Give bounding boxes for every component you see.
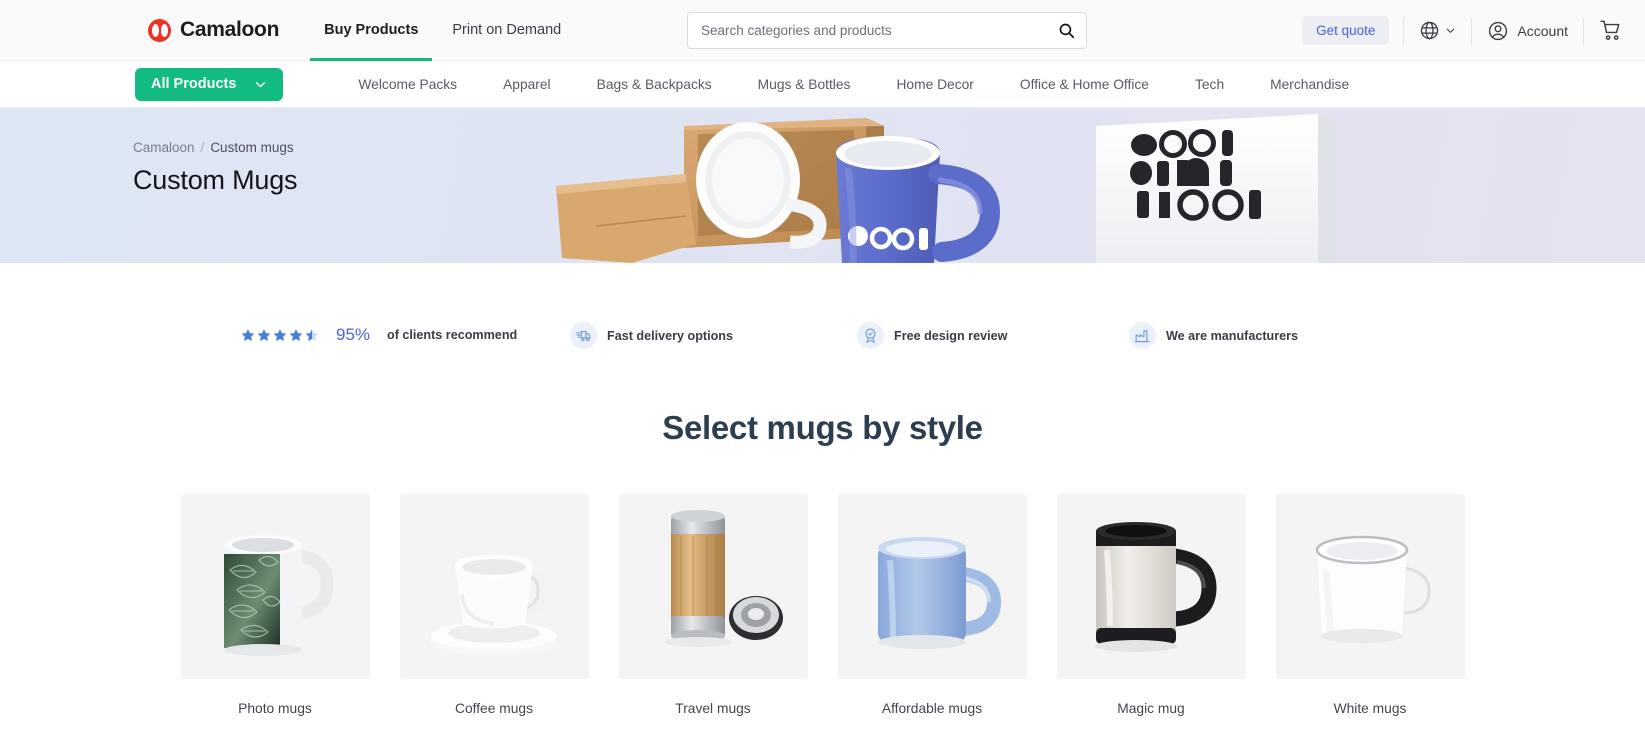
brand-logo[interactable]: Camaloon xyxy=(148,18,279,42)
account-label: Account xyxy=(1517,22,1568,39)
light-blue-ceramic-mug-image xyxy=(877,537,1001,649)
shopping-cart-icon xyxy=(1600,20,1620,40)
language-selector[interactable] xyxy=(1404,20,1471,41)
category-item-welcome-packs[interactable]: Welcome Packs xyxy=(335,77,480,92)
section-title: Select mugs by style xyxy=(662,409,983,446)
category-item-home-decor[interactable]: Home Decor xyxy=(873,77,996,92)
category-item-tech[interactable]: Tech xyxy=(1172,77,1247,92)
nav-item-print-on-demand[interactable]: Print on Demand xyxy=(452,0,561,61)
badge-label: Free design review xyxy=(894,328,1008,343)
category-item-office-home-office[interactable]: Office & Home Office xyxy=(997,77,1172,92)
white-coffee-cup-with-saucer-image xyxy=(429,555,558,656)
chevron-down-icon xyxy=(256,81,266,87)
product-label: White mugs xyxy=(1333,701,1407,716)
page-root: Camaloon Buy Products Print on Demand Ge… xyxy=(0,0,1645,748)
product-card-photo-mugs[interactable]: Photo mugs xyxy=(180,494,370,716)
category-item-apparel[interactable]: Apparel xyxy=(480,77,574,92)
page-title: Custom Mugs xyxy=(133,165,298,195)
product-thumbnail xyxy=(399,494,589,679)
top-header: Camaloon Buy Products Print on Demand Ge… xyxy=(0,0,1645,61)
all-products-label: All Products xyxy=(151,76,237,92)
hero-text-block: Camaloon / Custom mugs Custom Mugs xyxy=(133,140,298,196)
breadcrumb-current: Custom mugs xyxy=(210,140,294,155)
product-label: Photo mugs xyxy=(238,701,312,716)
badge-fast-delivery: Fast delivery options xyxy=(570,322,733,349)
star-icon xyxy=(241,328,255,342)
header-actions: Get quote Account xyxy=(1302,0,1645,61)
trust-badges-row: 95% of clients recommend Fast delivery o… xyxy=(0,263,1645,403)
product-card-affordable-mugs[interactable]: Affordable mugs xyxy=(837,494,1027,716)
get-quote-button[interactable]: Get quote xyxy=(1302,16,1390,45)
product-thumbnail xyxy=(1275,494,1465,679)
rating-percent: 95% xyxy=(336,325,371,344)
product-thumbnail xyxy=(618,494,808,679)
chevron-down-icon xyxy=(1447,28,1455,33)
product-card-coffee-mugs[interactable]: Coffee mugs xyxy=(399,494,589,716)
black-and-white-magic-mug-image xyxy=(1094,522,1217,652)
mug-packaging-illustration xyxy=(556,114,1336,263)
search-button[interactable] xyxy=(1046,13,1086,48)
camaloon-logo-icon xyxy=(148,18,171,42)
nav-item-buy-products[interactable]: Buy Products xyxy=(310,0,433,61)
badge-we-are-manufacturers: We are manufacturers xyxy=(1129,322,1298,349)
rating-label: of clients recommend xyxy=(387,328,518,342)
primary-nav: Buy Products Print on Demand xyxy=(310,0,561,61)
product-thumbnail xyxy=(1056,494,1246,679)
photo-mug-with-leaf-print-image xyxy=(223,535,334,656)
category-nav: All Products Welcome Packs Apparel Bags … xyxy=(0,61,1645,108)
category-links: Welcome Packs Apparel Bags & Backpacks M… xyxy=(335,77,1372,92)
star-icon xyxy=(289,328,303,342)
globe-icon xyxy=(1421,21,1439,40)
hero-product-image xyxy=(536,108,1336,263)
product-thumbnail xyxy=(180,494,370,679)
delivery-truck-icon xyxy=(570,322,597,349)
badge-label: We are manufacturers xyxy=(1166,328,1299,343)
star-icon xyxy=(273,328,287,342)
account-button[interactable]: Account xyxy=(1472,20,1583,42)
bamboo-travel-tumbler-image xyxy=(663,510,783,647)
product-card-white-mugs[interactable]: White mugs xyxy=(1275,494,1465,716)
product-label: Magic mug xyxy=(1117,701,1185,716)
star-half-icon xyxy=(305,328,319,342)
search-input[interactable] xyxy=(688,23,1046,38)
brand-name: Camaloon xyxy=(180,18,280,41)
all-products-button[interactable]: All Products xyxy=(135,67,284,101)
cart-button[interactable] xyxy=(1584,19,1645,42)
user-circle-icon xyxy=(1489,21,1508,40)
category-item-mugs-bottles[interactable]: Mugs & Bottles xyxy=(735,77,874,92)
star-icon xyxy=(257,328,271,342)
badge-free-design-review: Free design review xyxy=(857,322,1007,349)
breadcrumb: Camaloon / Custom mugs xyxy=(133,140,297,155)
product-style-grid: Photo mugs Coffee mugs Travel mugs Affor… xyxy=(0,494,1645,716)
product-card-magic-mug[interactable]: Magic mug xyxy=(1056,494,1246,716)
category-item-merchandise[interactable]: Merchandise xyxy=(1247,77,1372,92)
breadcrumb-root[interactable]: Camaloon xyxy=(133,140,195,155)
category-item-bags-backpacks[interactable]: Bags & Backpacks xyxy=(574,77,735,92)
product-label: Affordable mugs xyxy=(881,701,983,716)
hero-banner: Camaloon / Custom mugs Custom Mugs xyxy=(0,108,1645,263)
factory-icon xyxy=(1129,322,1156,349)
star-rating xyxy=(241,328,319,342)
product-thumbnail xyxy=(837,494,1027,679)
product-card-travel-mugs[interactable]: Travel mugs xyxy=(618,494,808,716)
product-label: Coffee mugs xyxy=(455,701,533,716)
award-ribbon-icon xyxy=(857,322,884,349)
badge-label: Fast delivery options xyxy=(607,328,733,343)
white-enamel-mug-image xyxy=(1315,535,1441,643)
product-label: Travel mugs xyxy=(675,701,751,716)
breadcrumb-separator: / xyxy=(200,140,205,155)
search-icon xyxy=(1059,23,1074,39)
rating-badge: 95% of clients recommend xyxy=(241,325,517,345)
search-bar xyxy=(687,12,1087,49)
